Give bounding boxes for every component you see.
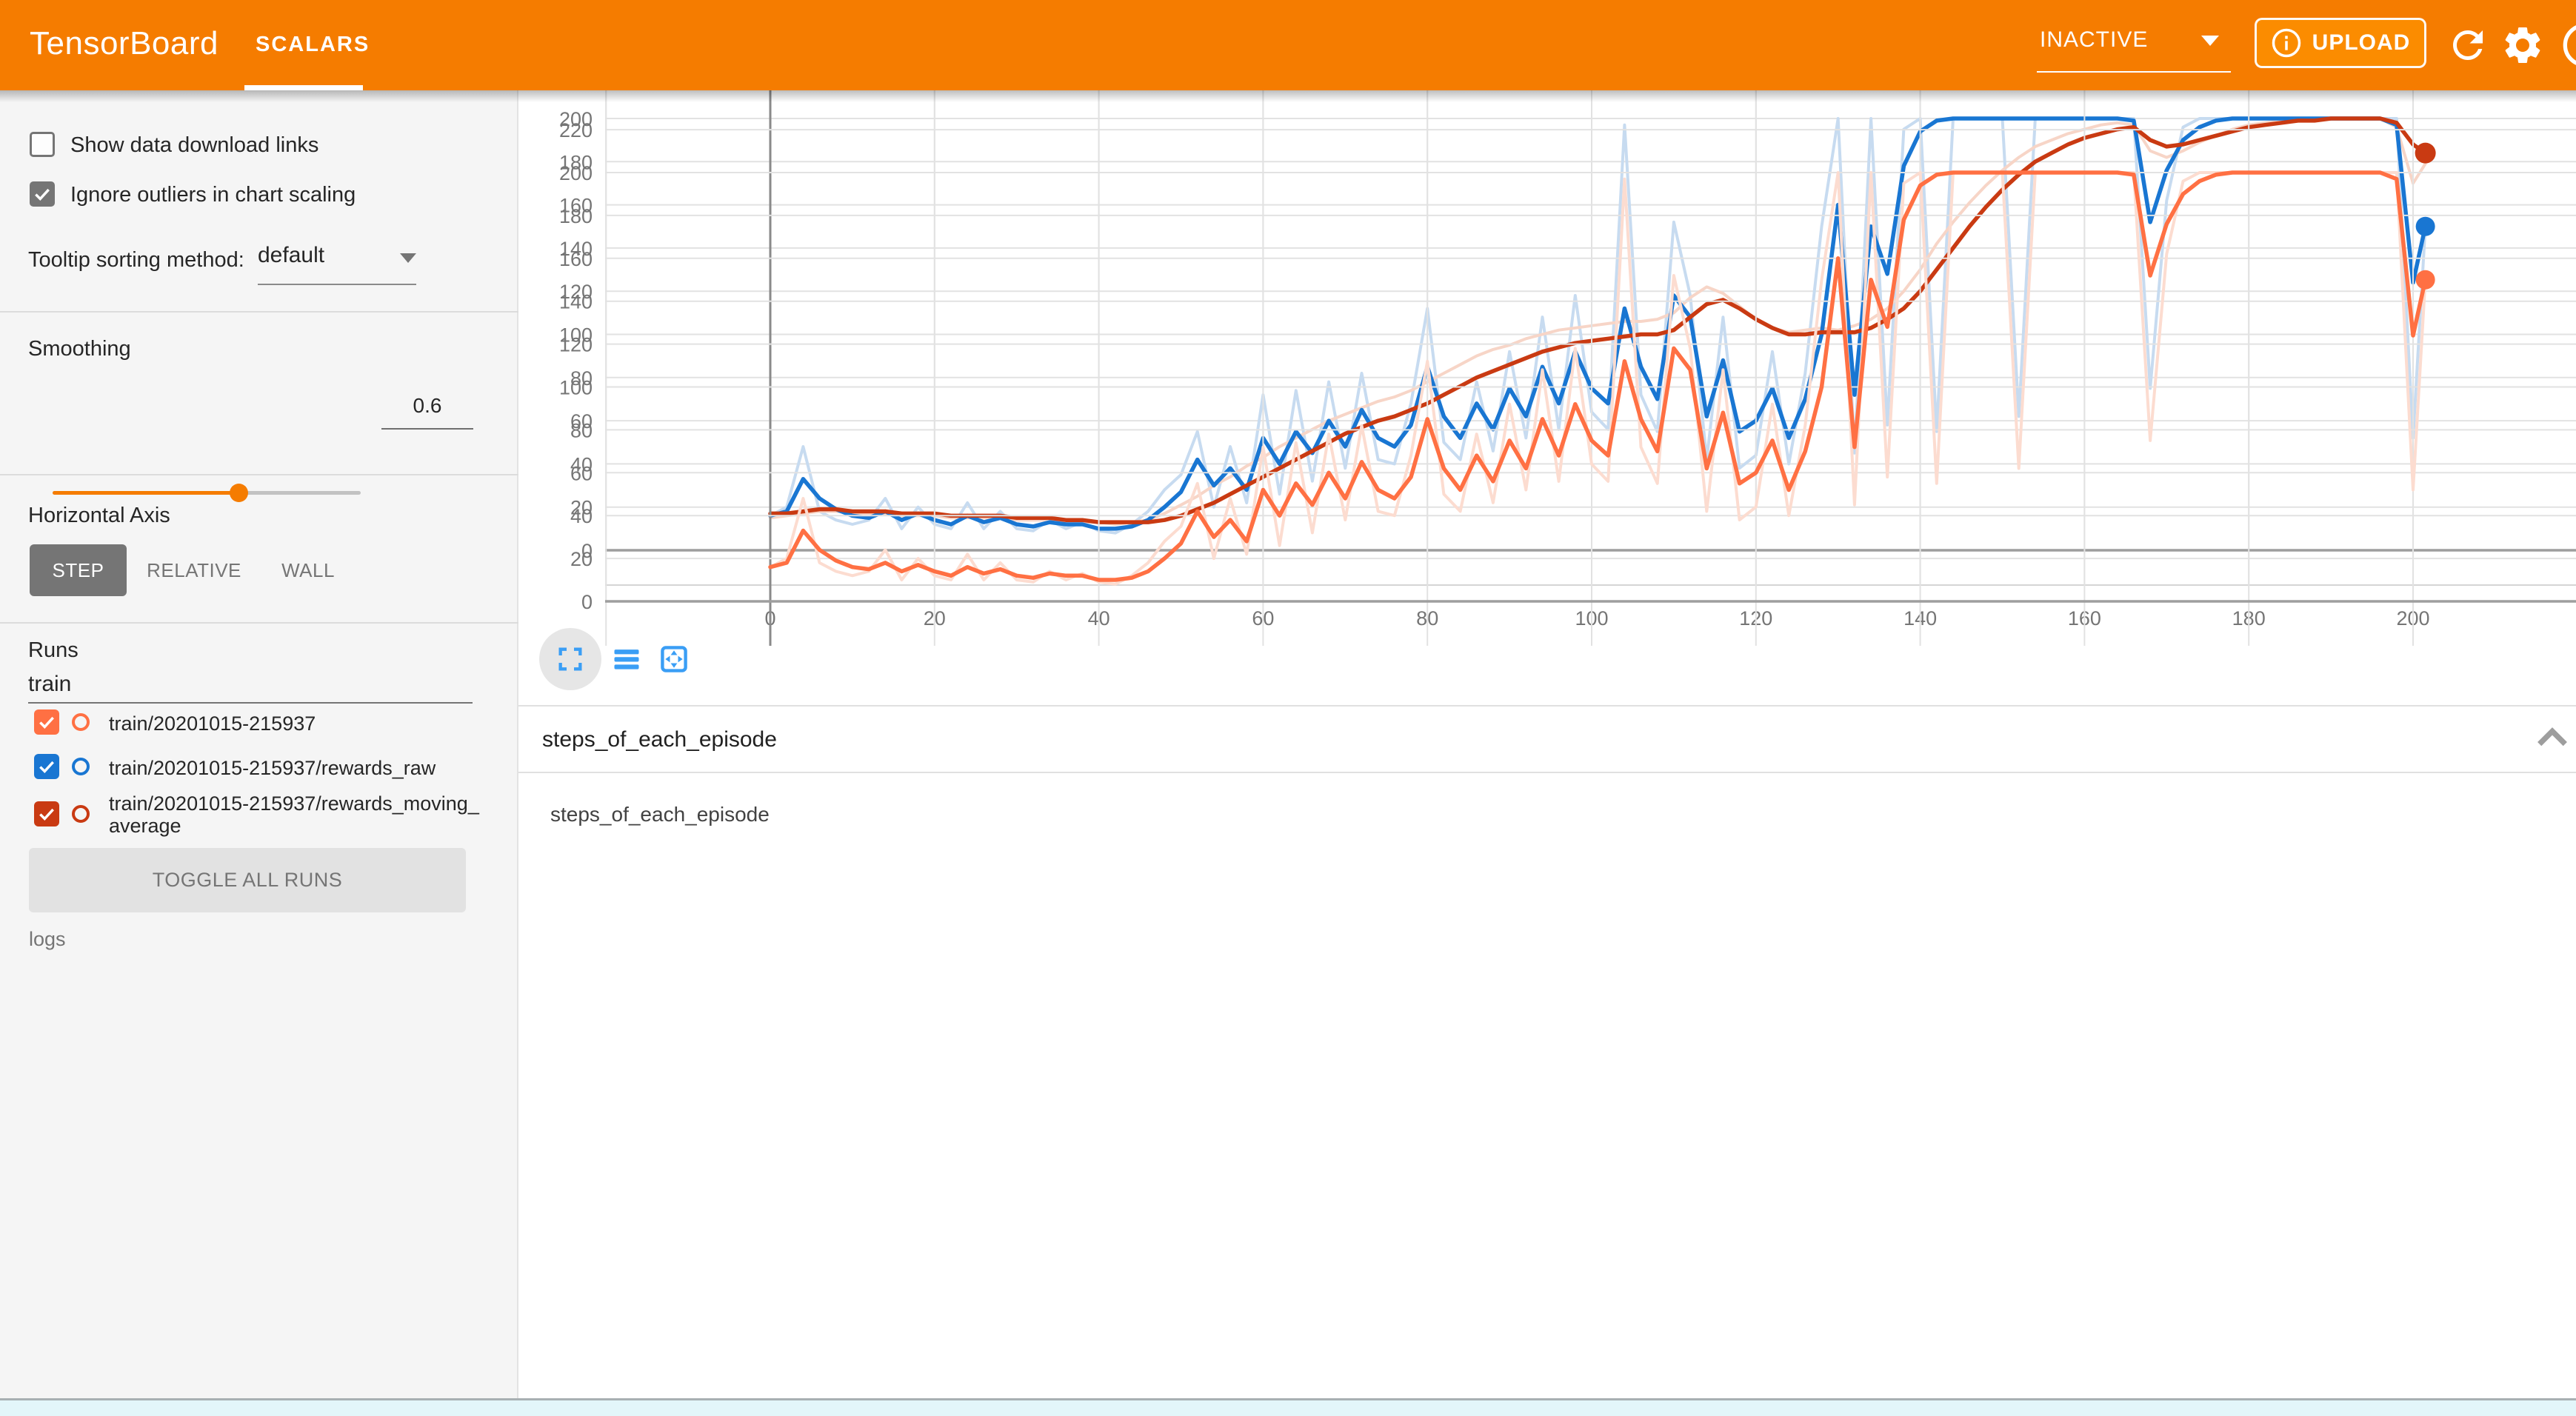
smoothing-slider-fill <box>53 491 238 495</box>
data-status-value: INACTIVE <box>2040 27 2148 53</box>
input-underline <box>381 428 473 430</box>
tooltip-sorting-select[interactable]: default <box>258 243 416 280</box>
runs-filter-input[interactable]: train <box>28 672 71 697</box>
divider <box>518 772 2576 773</box>
run-checkbox[interactable] <box>34 801 59 826</box>
check-icon <box>33 184 52 204</box>
chevron-down-icon <box>400 253 416 263</box>
run-row[interactable]: train/20201015-215937/rewards_moving_ave… <box>0 791 518 850</box>
select-underline <box>258 284 416 285</box>
smoothing-slider-thumb[interactable] <box>230 484 248 502</box>
run-color-radio[interactable] <box>72 758 90 775</box>
svg-text:140: 140 <box>559 291 593 313</box>
show-download-links-label: Show data download links <box>70 133 318 158</box>
show-download-links-checkbox[interactable] <box>30 132 55 157</box>
svg-text:220: 220 <box>559 119 593 141</box>
tab-active-underline <box>244 85 363 90</box>
run-checkbox[interactable] <box>34 754 59 779</box>
svg-text:20: 20 <box>570 548 593 570</box>
divider <box>0 622 518 624</box>
select-underline <box>2037 71 2231 73</box>
svg-text:0: 0 <box>581 591 593 613</box>
chart-card-title: steps_of_each_episode <box>550 803 770 826</box>
steps-chart-canvas[interactable]: 0 20 40 60 80 100 120 140 160 180 200 220 <box>518 90 2576 646</box>
divider <box>0 474 518 475</box>
svg-text:80: 80 <box>570 419 593 441</box>
run-label: train/20201015-215937 <box>109 712 483 735</box>
svg-text:100: 100 <box>559 377 593 399</box>
ignore-outliers-label: Ignore outliers in chart scaling <box>70 183 356 207</box>
svg-text:60: 60 <box>570 462 593 484</box>
settings-gear-icon[interactable] <box>2500 23 2545 67</box>
section-header-steps-of-each-episode[interactable]: steps_of_each_episode <box>518 707 2576 772</box>
run-label: train/20201015-215937/rewards_moving_ave… <box>109 792 483 837</box>
svg-text:40: 40 <box>570 505 593 527</box>
runs-heading: Runs <box>28 638 79 663</box>
axis-step-button[interactable]: STEP <box>30 544 127 596</box>
tab-scalars-label: SCALARS <box>256 33 370 57</box>
ignore-outliers-checkbox[interactable] <box>30 181 55 207</box>
tab-scalars[interactable]: SCALARS <box>244 0 363 90</box>
svg-text:120: 120 <box>559 334 593 356</box>
check-icon <box>37 712 56 732</box>
upload-button[interactable]: UPLOAD <box>2255 18 2426 68</box>
axis-wall-button[interactable]: WALL <box>264 544 353 596</box>
upload-button-label: UPLOAD <box>2312 30 2411 56</box>
check-icon <box>37 804 56 824</box>
run-row[interactable]: train/20201015-215937 <box>0 709 518 747</box>
smoothing-value-input[interactable]: 0.6 <box>381 394 473 418</box>
horizontal-axis-label: Horizontal Axis <box>28 504 170 528</box>
app-header: TensorBoard SCALARS INACTIVE UPLOAD <box>0 0 2576 90</box>
collapse-chevron-icon[interactable] <box>2533 723 2572 752</box>
help-icon[interactable] <box>2561 21 2576 69</box>
run-color-radio[interactable] <box>72 805 90 823</box>
smoothing-label: Smoothing <box>28 337 131 361</box>
check-icon <box>37 757 56 776</box>
svg-text:160: 160 <box>559 248 593 270</box>
axis-relative-button[interactable]: RELATIVE <box>139 544 249 596</box>
tooltip-sorting-value: default <box>258 243 324 267</box>
settings-sidebar: Show data download links Ignore outliers… <box>0 90 518 1398</box>
logdir-label: logs <box>29 928 66 951</box>
info-icon <box>2271 27 2302 59</box>
input-underline <box>28 702 473 704</box>
bottom-scroll-strip[interactable] <box>0 1400 2576 1416</box>
toggle-all-runs-button[interactable]: TOGGLE ALL RUNS <box>29 848 466 912</box>
divider <box>0 311 518 313</box>
run-color-radio[interactable] <box>72 713 90 731</box>
section-title: steps_of_each_episode <box>542 727 777 752</box>
scalars-dashboard: 0 20 40 60 80 100 120 140 160 180 2000 20 40 60 80 100 1… <box>518 90 2576 1416</box>
svg-text:180: 180 <box>559 205 593 227</box>
data-status-select[interactable]: INACTIVE <box>2037 0 2232 90</box>
header-shadow <box>0 90 2576 102</box>
app-title: TensorBoard <box>30 25 218 62</box>
smoothing-slider[interactable] <box>53 491 361 495</box>
svg-text:200: 200 <box>559 162 593 184</box>
refresh-icon[interactable] <box>2446 23 2490 67</box>
tensorboard-app: TensorBoard SCALARS INACTIVE UPLOAD <box>0 0 2576 1416</box>
run-checkbox[interactable] <box>34 709 59 735</box>
run-label: train/20201015-215937/rewards_raw <box>109 757 483 779</box>
chevron-down-icon <box>2201 36 2219 46</box>
tooltip-sorting-label: Tooltip sorting method: <box>28 248 244 273</box>
run-row[interactable]: train/20201015-215937/rewards_raw <box>0 754 518 791</box>
